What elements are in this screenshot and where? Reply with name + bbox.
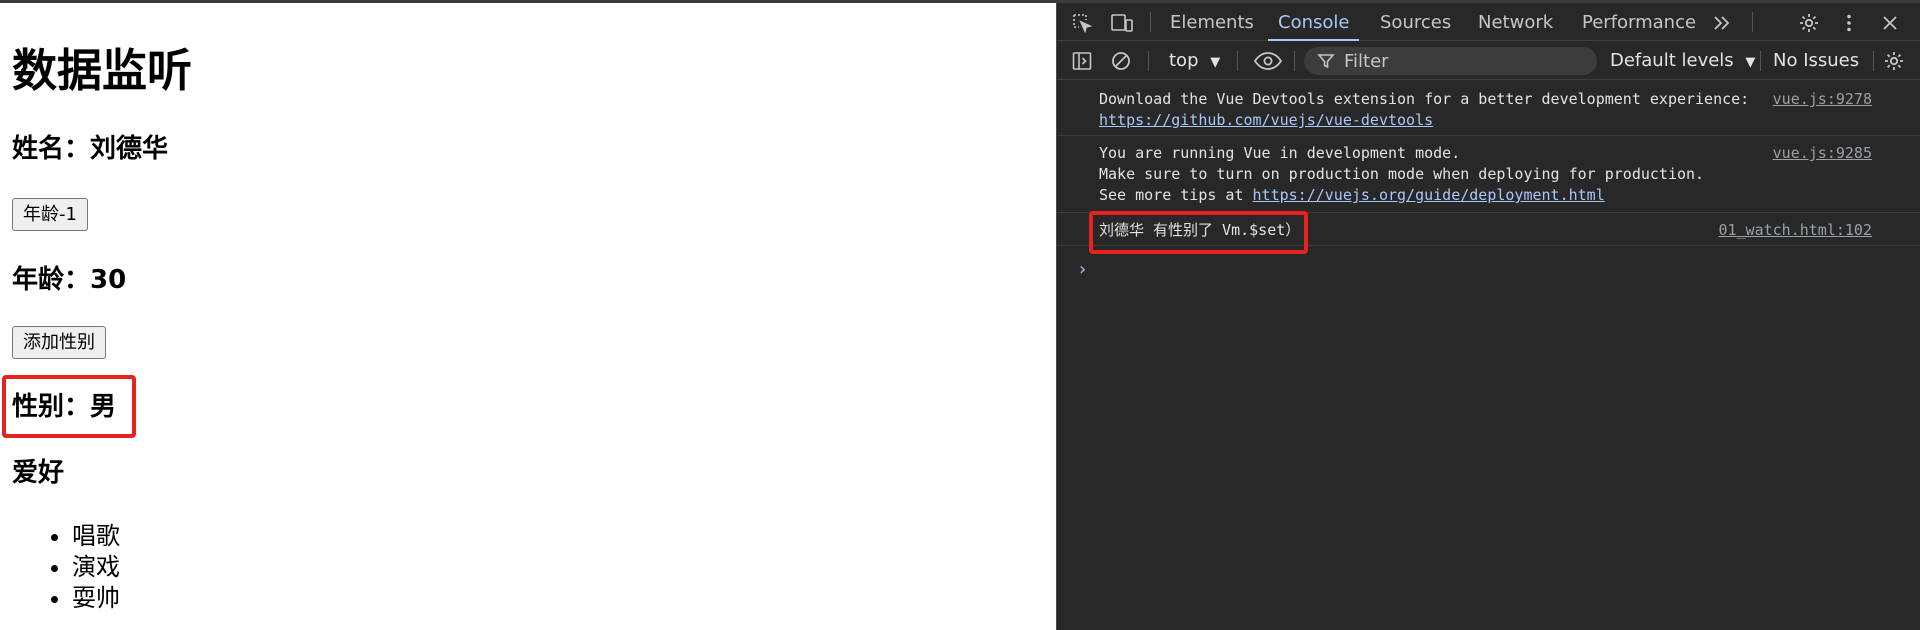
tab-performance[interactable]: Performance bbox=[1582, 3, 1696, 41]
tab-elements[interactable]: Elements bbox=[1170, 3, 1254, 41]
name-line: 姓名：刘德华 bbox=[12, 134, 169, 164]
console-message-prefix: See more tips at bbox=[1099, 186, 1253, 204]
device-toolbar-icon[interactable] bbox=[1109, 10, 1135, 36]
log-levels-label: Default levels bbox=[1610, 50, 1734, 71]
devtools-link[interactable]: https://github.com/vuejs/vue-devtools bbox=[1099, 111, 1433, 129]
tab-console[interactable]: Console bbox=[1267, 3, 1361, 41]
console-settings-gear-icon[interactable] bbox=[1881, 48, 1907, 74]
console-toolbar: top ▼ Default levels ▼ No Issues bbox=[1057, 42, 1920, 80]
console-source-link[interactable]: 01_watch.html:102 bbox=[1718, 220, 1872, 241]
filter-box[interactable] bbox=[1304, 47, 1597, 75]
hobby-list: 唱歌 演戏 耍帅 bbox=[72, 521, 120, 614]
tab-sources[interactable]: Sources bbox=[1380, 3, 1451, 41]
console-message: 刘德华 有性别了 Vm.$set） 01_watch.html:102 bbox=[1057, 214, 1920, 246]
toolbar-separator bbox=[1760, 51, 1761, 71]
chevron-down-icon: ▼ bbox=[1210, 55, 1221, 70]
console-message-text: You are running Vue in development mode. bbox=[1099, 144, 1461, 162]
console-message-text: Download the Vue Devtools extension for … bbox=[1099, 90, 1750, 108]
age-decrement-button[interactable]: 年龄-1 bbox=[12, 198, 88, 231]
live-expression-eye-icon[interactable] bbox=[1250, 48, 1286, 74]
console-message-text: 刘德华 有性别了 Vm.$set） bbox=[1099, 221, 1301, 239]
sidebar-toggle-icon[interactable] bbox=[1069, 48, 1095, 74]
toolbar-separator bbox=[1237, 51, 1238, 71]
console-message-body: Download the Vue Devtools extension for … bbox=[1099, 89, 1749, 131]
toolbar-separator bbox=[1148, 51, 1149, 71]
log-levels-dropdown[interactable]: Default levels ▼ bbox=[1610, 42, 1755, 80]
close-icon[interactable] bbox=[1877, 10, 1903, 36]
filter-funnel-icon bbox=[1314, 49, 1338, 73]
devtools-panel: Elements Console Sources Network Perform… bbox=[1056, 3, 1920, 630]
settings-gear-icon[interactable] bbox=[1796, 10, 1822, 36]
console-message-text: Make sure to turn on production mode whe… bbox=[1099, 165, 1705, 183]
deployment-guide-link[interactable]: https://vuejs.org/guide/deployment.html bbox=[1253, 186, 1605, 204]
toolbar-separator bbox=[1294, 51, 1295, 71]
page-title: 数据监听 bbox=[12, 44, 193, 97]
add-gender-button[interactable]: 添加性别 bbox=[12, 326, 106, 359]
context-selector-label: top bbox=[1169, 50, 1199, 71]
tab-network[interactable]: Network bbox=[1478, 3, 1553, 41]
toolbar-separator bbox=[1873, 51, 1874, 71]
more-tabs-icon[interactable] bbox=[1709, 10, 1735, 36]
console-message-body: You are running Vue in development mode.… bbox=[1099, 143, 1704, 206]
page-content: 数据监听 姓名：刘德华 年龄-1 年龄：30 添加性别 性别：男 爱好 唱歌 演… bbox=[0, 3, 1056, 630]
issues-counter[interactable]: No Issues bbox=[1773, 42, 1859, 80]
gender-line: 性别：男 bbox=[12, 392, 117, 422]
chevron-down-icon: ▼ bbox=[1745, 55, 1756, 70]
console-message-body: 刘德华 有性别了 Vm.$set） bbox=[1099, 220, 1300, 241]
context-selector[interactable]: top ▼ bbox=[1169, 42, 1220, 80]
hobby-item: 演戏 bbox=[72, 552, 120, 583]
age-line: 年龄：30 bbox=[12, 265, 127, 295]
console-source-link[interactable]: vue.js:9278 bbox=[1773, 89, 1872, 110]
hobby-item: 唱歌 bbox=[72, 521, 120, 552]
console-message: Download the Vue Devtools extension for … bbox=[1057, 83, 1920, 136]
console-prompt[interactable]: › bbox=[1077, 259, 1088, 280]
devtools-tab-bar: Elements Console Sources Network Perform… bbox=[1057, 3, 1920, 41]
console-message-text: See more tips at https://vuejs.org/guide… bbox=[1099, 185, 1704, 206]
inspect-element-icon[interactable] bbox=[1069, 10, 1095, 36]
tab-separator bbox=[1752, 12, 1753, 32]
hobby-item: 耍帅 bbox=[72, 583, 120, 614]
tab-separator bbox=[1150, 12, 1151, 32]
filter-input[interactable] bbox=[1344, 47, 1584, 75]
clear-console-icon[interactable] bbox=[1108, 48, 1134, 74]
more-options-icon[interactable] bbox=[1836, 10, 1862, 36]
hobby-title: 爱好 bbox=[12, 458, 65, 488]
console-source-link[interactable]: vue.js:9285 bbox=[1773, 143, 1872, 164]
console-message: You are running Vue in development mode.… bbox=[1057, 137, 1920, 213]
